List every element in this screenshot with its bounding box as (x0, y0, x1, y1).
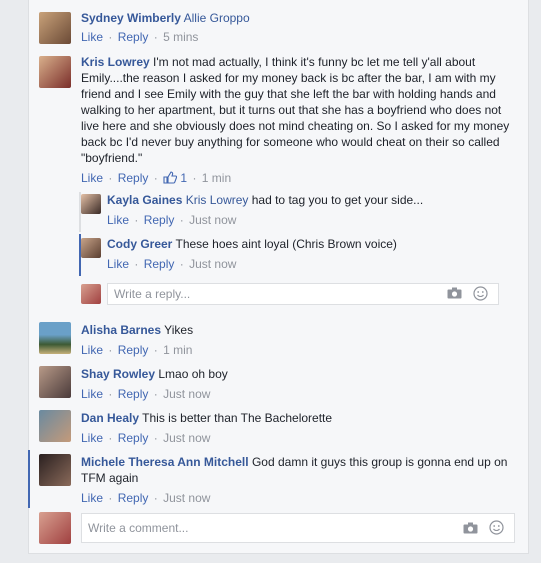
avatar (39, 512, 71, 544)
separator: · (134, 213, 139, 227)
comment-author[interactable]: Dan Healy (81, 411, 139, 425)
reply-link[interactable]: Reply (118, 30, 149, 44)
comment-text: These hoes aint loyal (Chris Brown voice… (175, 237, 397, 251)
like-link[interactable]: Like (81, 30, 103, 44)
separator: · (108, 387, 113, 401)
like-link[interactable]: Like (81, 387, 103, 401)
reply-link[interactable]: Reply (144, 213, 175, 227)
reply-placeholder: Write a reply... (114, 287, 191, 301)
timestamp[interactable]: Just now (163, 387, 210, 401)
reply-link[interactable]: Reply (118, 387, 149, 401)
comment-text: Lmao oh boy (158, 367, 228, 381)
separator: · (153, 171, 158, 185)
separator: · (153, 387, 158, 401)
new-comment-highlight (28, 450, 30, 508)
separator: · (153, 491, 158, 505)
avatar (81, 284, 101, 304)
avatar[interactable] (39, 366, 71, 398)
separator: · (153, 30, 158, 44)
avatar[interactable] (39, 322, 71, 354)
separator: · (153, 431, 158, 445)
comment-input[interactable]: Write a comment... (81, 513, 515, 543)
comment-placeholder: Write a comment... (88, 521, 189, 535)
emoji-icon[interactable] (489, 520, 504, 538)
comment-text: I'm not mad actually, I think it's funny… (81, 55, 510, 165)
comment-text: had to tag you to get your side... (248, 193, 424, 207)
separator: · (134, 257, 139, 271)
timestamp[interactable]: 1 min (202, 171, 231, 185)
comment-author[interactable]: Kayla Gaines (107, 193, 182, 207)
like-link[interactable]: Like (81, 431, 103, 445)
avatar[interactable] (39, 56, 71, 88)
timestamp[interactable]: Just now (189, 257, 236, 271)
like-count[interactable]: 1 (180, 171, 187, 185)
reply-link[interactable]: Reply (144, 257, 175, 271)
like-link[interactable]: Like (107, 213, 129, 227)
timestamp[interactable]: 5 mins (163, 30, 198, 44)
timestamp[interactable]: Just now (163, 431, 210, 445)
emoji-icon[interactable] (473, 286, 488, 304)
comments-panel: Sydney Wimberly Allie Groppo Like · Repl… (28, 0, 529, 554)
like-link[interactable]: Like (81, 171, 103, 185)
comment-text: Yikes (164, 323, 194, 337)
camera-icon[interactable] (447, 287, 462, 302)
separator: · (108, 30, 113, 44)
reply-link[interactable]: Reply (118, 171, 149, 185)
reply-link[interactable]: Reply (118, 431, 149, 445)
separator: · (179, 257, 184, 271)
comment-text: This is better than The Bachelorette (142, 411, 333, 425)
timestamp[interactable]: Just now (163, 491, 210, 505)
comment-author[interactable]: Michele Theresa Ann Mitchell (81, 455, 249, 469)
like-link[interactable]: Like (81, 491, 103, 505)
reply-input[interactable]: Write a reply... (107, 283, 499, 305)
tagged-user[interactable]: Kris Lowrey (186, 193, 249, 207)
separator: · (108, 491, 113, 505)
comment-author[interactable]: Cody Greer (107, 237, 172, 251)
separator: · (108, 431, 113, 445)
timestamp[interactable]: 1 min (163, 343, 192, 357)
thumbs-up-icon[interactable] (163, 171, 180, 185)
separator: · (108, 171, 113, 185)
comment-author[interactable]: Kris Lowrey (81, 55, 150, 69)
avatar[interactable] (81, 238, 101, 258)
separator: · (179, 213, 184, 227)
camera-icon[interactable] (463, 522, 478, 537)
avatar[interactable] (81, 194, 101, 214)
reply-link[interactable]: Reply (118, 343, 149, 357)
separator: · (153, 343, 158, 357)
comment-author[interactable]: Sydney Wimberly (81, 11, 181, 25)
separator: · (108, 343, 113, 357)
avatar[interactable] (39, 12, 71, 44)
tagged-user[interactable]: Allie Groppo (184, 11, 250, 25)
comment-author[interactable]: Shay Rowley (81, 367, 155, 381)
avatar[interactable] (39, 410, 71, 442)
like-link[interactable]: Like (107, 257, 129, 271)
avatar[interactable] (39, 454, 71, 486)
like-link[interactable]: Like (81, 343, 103, 357)
timestamp[interactable]: Just now (189, 213, 236, 227)
comment-author[interactable]: Alisha Barnes (81, 323, 161, 337)
separator: · (192, 171, 197, 185)
reply-link[interactable]: Reply (118, 491, 149, 505)
